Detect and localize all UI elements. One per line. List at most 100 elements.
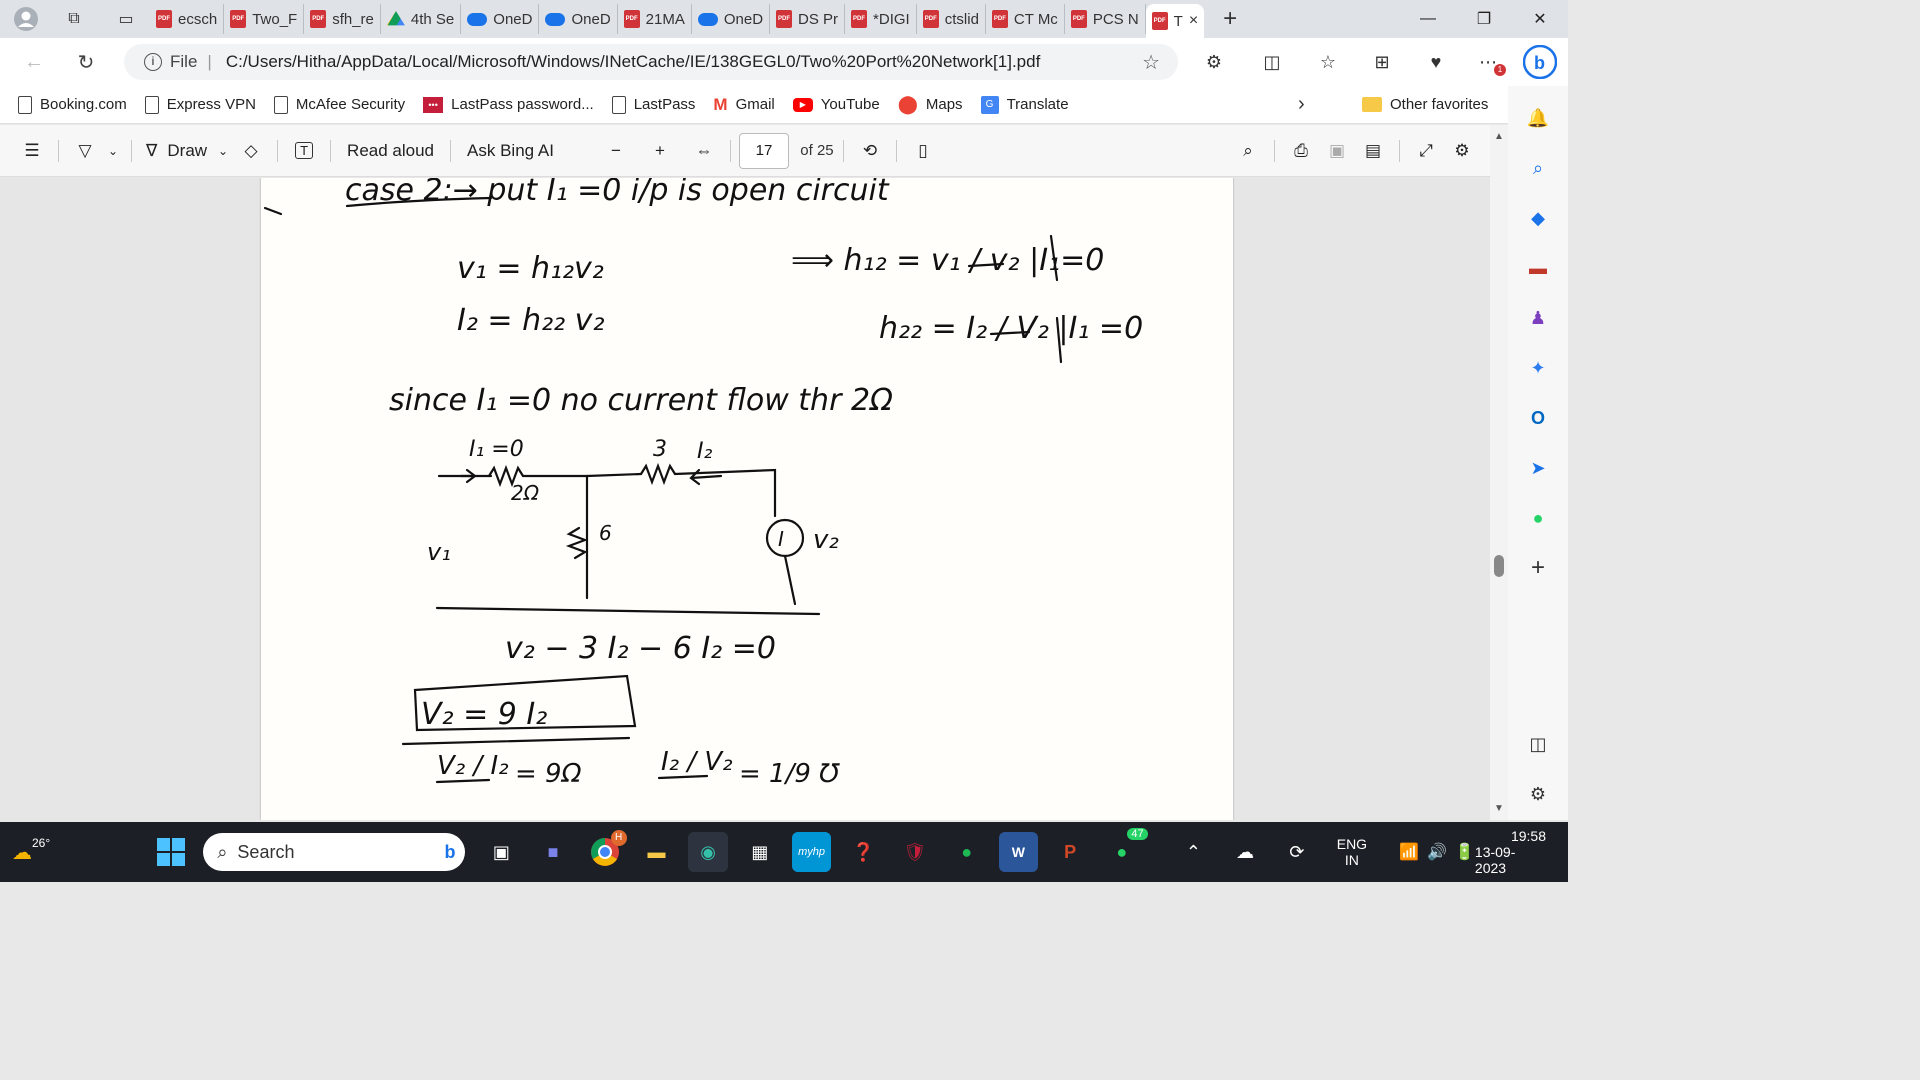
tab-10[interactable]: PDF ctslid [917, 4, 986, 34]
tab-7[interactable]: OneD [692, 4, 771, 34]
fav-lastpass-password[interactable]: ••• LastPass password... [423, 96, 594, 113]
clock[interactable]: 19:58 13-09-2023 [1475, 828, 1546, 876]
sidebar-outlook-icon[interactable]: O [1520, 400, 1556, 436]
sidebar-settings-icon[interactable]: ⚙ [1520, 776, 1556, 812]
close-window-button[interactable]: ✕ [1512, 0, 1568, 38]
fav-booking[interactable]: Booking.com [18, 95, 127, 114]
print-icon[interactable]: ⎙ [1283, 133, 1319, 169]
bing-copilot-icon[interactable]: b [1522, 44, 1558, 80]
scroll-up-icon[interactable]: ▲ [1494, 131, 1504, 142]
tab-4[interactable]: OneD [461, 4, 540, 34]
teams-icon[interactable]: ■ [533, 832, 573, 872]
fit-width-icon[interactable]: ⇔ [686, 133, 722, 169]
sidebar-whatsapp-icon[interactable]: ● [1520, 500, 1556, 536]
fav-other-favorites[interactable]: Other favorites [1362, 96, 1488, 113]
chevron-right-icon[interactable]: › [1298, 93, 1305, 116]
text-box-icon[interactable]: T [286, 133, 322, 169]
collections-icon[interactable]: ⊞ [1364, 44, 1400, 80]
extensions-icon[interactable]: ⚙ [1196, 44, 1232, 80]
workspaces-icon[interactable]: ⧉ [60, 5, 88, 33]
url-text[interactable]: C:/Users/Hitha/AppData/Local/Microsoft/W… [226, 52, 1040, 72]
weather-widget[interactable]: ☁ 26° [12, 836, 62, 865]
zoom-in-button[interactable]: + [642, 133, 678, 169]
sidebar-games-icon[interactable]: ♟ [1520, 300, 1556, 336]
mcafee-icon[interactable]: 🛡 [895, 832, 935, 872]
word-icon[interactable]: W [998, 832, 1039, 872]
save-as-icon[interactable]: ▤ [1355, 133, 1391, 169]
chevron-down-icon[interactable]: ⌄ [103, 133, 123, 169]
close-tab-icon[interactable]: × [1189, 12, 1198, 30]
draw-button[interactable]: ∇ Draw [140, 133, 213, 169]
spotify-icon[interactable]: ● [947, 832, 987, 872]
tab-actions-icon[interactable]: ▭ [112, 5, 140, 33]
taskbar-search[interactable]: ⌕ Search b [203, 833, 466, 871]
sidebar-add-icon[interactable]: + [1520, 550, 1556, 586]
battery-icon[interactable]: 🔋 [1455, 842, 1475, 862]
save-icon[interactable]: ▣ [1319, 133, 1355, 169]
more-menu-icon[interactable]: ⋯ 1 [1470, 44, 1506, 80]
health-icon[interactable]: ♥ [1418, 44, 1454, 80]
chrome-icon[interactable]: H [585, 830, 627, 872]
address-bar[interactable]: i File | C:/Users/Hitha/AppData/Local/Mi… [124, 44, 1178, 80]
start-button[interactable] [152, 832, 192, 872]
fav-gmail[interactable]: M Gmail [713, 95, 774, 115]
back-button[interactable]: ← [16, 44, 52, 80]
tab-3[interactable]: 4th Se [381, 4, 462, 34]
sidebar-layout-icon[interactable]: ◫ [1520, 726, 1556, 762]
tab-0[interactable]: PDF ecsch [150, 4, 225, 34]
tab-9[interactable]: PDF *DIGI [845, 4, 917, 34]
ask-bing-button[interactable]: Ask Bing AI [459, 133, 562, 169]
pdf-viewer[interactable]: case 2:→ put I₁ =0 i/p is open circuit v… [0, 178, 1490, 820]
sidebar-copilot-icon[interactable]: ✦ [1520, 350, 1556, 386]
contents-icon[interactable]: ☰ [14, 133, 50, 169]
onedrive-icon[interactable]: ☁ [1225, 832, 1265, 872]
language-indicator[interactable]: ENG IN [1337, 836, 1367, 868]
sync-icon[interactable]: ⟳ [1277, 832, 1317, 872]
eraser-icon[interactable]: ◇ [233, 133, 269, 169]
vertical-scrollbar[interactable]: ▲ ▼ [1490, 125, 1508, 820]
tab-active[interactable]: PDF T × [1145, 4, 1205, 38]
minimize-button[interactable]: — [1400, 0, 1456, 38]
sidebar-shopping-icon[interactable]: ◆ [1520, 200, 1556, 236]
page-number-input[interactable]: 17 [738, 132, 789, 169]
tab-5[interactable]: OneD [539, 4, 618, 34]
tab-6[interactable]: PDF 21MA [618, 4, 692, 34]
rotate-icon[interactable]: ⟲ [852, 133, 888, 169]
fav-youtube[interactable]: ▶ YouTube [792, 96, 880, 113]
restore-button[interactable]: ❐ [1456, 0, 1512, 38]
new-tab-button[interactable]: + [1216, 5, 1244, 33]
store-icon[interactable]: ▦ [740, 832, 780, 872]
fav-translate[interactable]: G Translate [980, 95, 1069, 114]
search-icon[interactable]: ⌕ [1230, 133, 1266, 169]
sidebar-tools-icon[interactable]: ▬ [1520, 250, 1556, 286]
settings-gear-icon[interactable]: ⚙ [1444, 133, 1480, 169]
edge-icon[interactable]: ◉ [688, 832, 728, 872]
info-icon[interactable]: i [144, 53, 162, 71]
wifi-icon[interactable]: 📶 [1399, 842, 1419, 862]
whatsapp-icon[interactable]: ● 47 [1102, 828, 1148, 872]
profile-icon[interactable] [12, 5, 40, 33]
scroll-thumb[interactable] [1494, 555, 1504, 577]
highlight-icon[interactable]: ▽ [67, 133, 103, 169]
task-view-icon[interactable]: ▣ [481, 832, 521, 872]
read-aloud-button[interactable]: Read aloud [339, 133, 442, 169]
zoom-out-button[interactable]: − [598, 133, 634, 169]
tab-8[interactable]: PDF DS Pr [770, 4, 846, 34]
tab-11[interactable]: PDF CT Mc [986, 4, 1065, 34]
chevron-down-icon[interactable]: ⌄ [213, 133, 233, 169]
volume-icon[interactable]: 🔊 [1427, 842, 1447, 862]
fav-lastpass[interactable]: LastPass [611, 95, 695, 114]
favorites-icon[interactable]: ☆ [1310, 44, 1346, 80]
fav-maps[interactable]: ⬤ Maps [898, 94, 963, 115]
tab-12[interactable]: PDF PCS N [1065, 4, 1146, 34]
refresh-button[interactable]: ↻ [68, 44, 104, 80]
scroll-down-icon[interactable]: ▼ [1494, 803, 1504, 814]
sidebar-send-icon[interactable]: ➤ [1520, 450, 1556, 486]
tab-1[interactable]: PDF Two_F [224, 4, 305, 34]
sidebar-notifications-icon[interactable]: 🔔 [1520, 100, 1556, 136]
fav-express-vpn[interactable]: Express VPN [144, 95, 256, 114]
sidebar-search-icon[interactable]: ⌕ [1520, 150, 1556, 186]
fullscreen-icon[interactable]: ⤢ [1408, 133, 1444, 169]
help-icon[interactable]: ❓ [843, 832, 883, 872]
file-explorer-icon[interactable]: ▬ [637, 832, 677, 872]
